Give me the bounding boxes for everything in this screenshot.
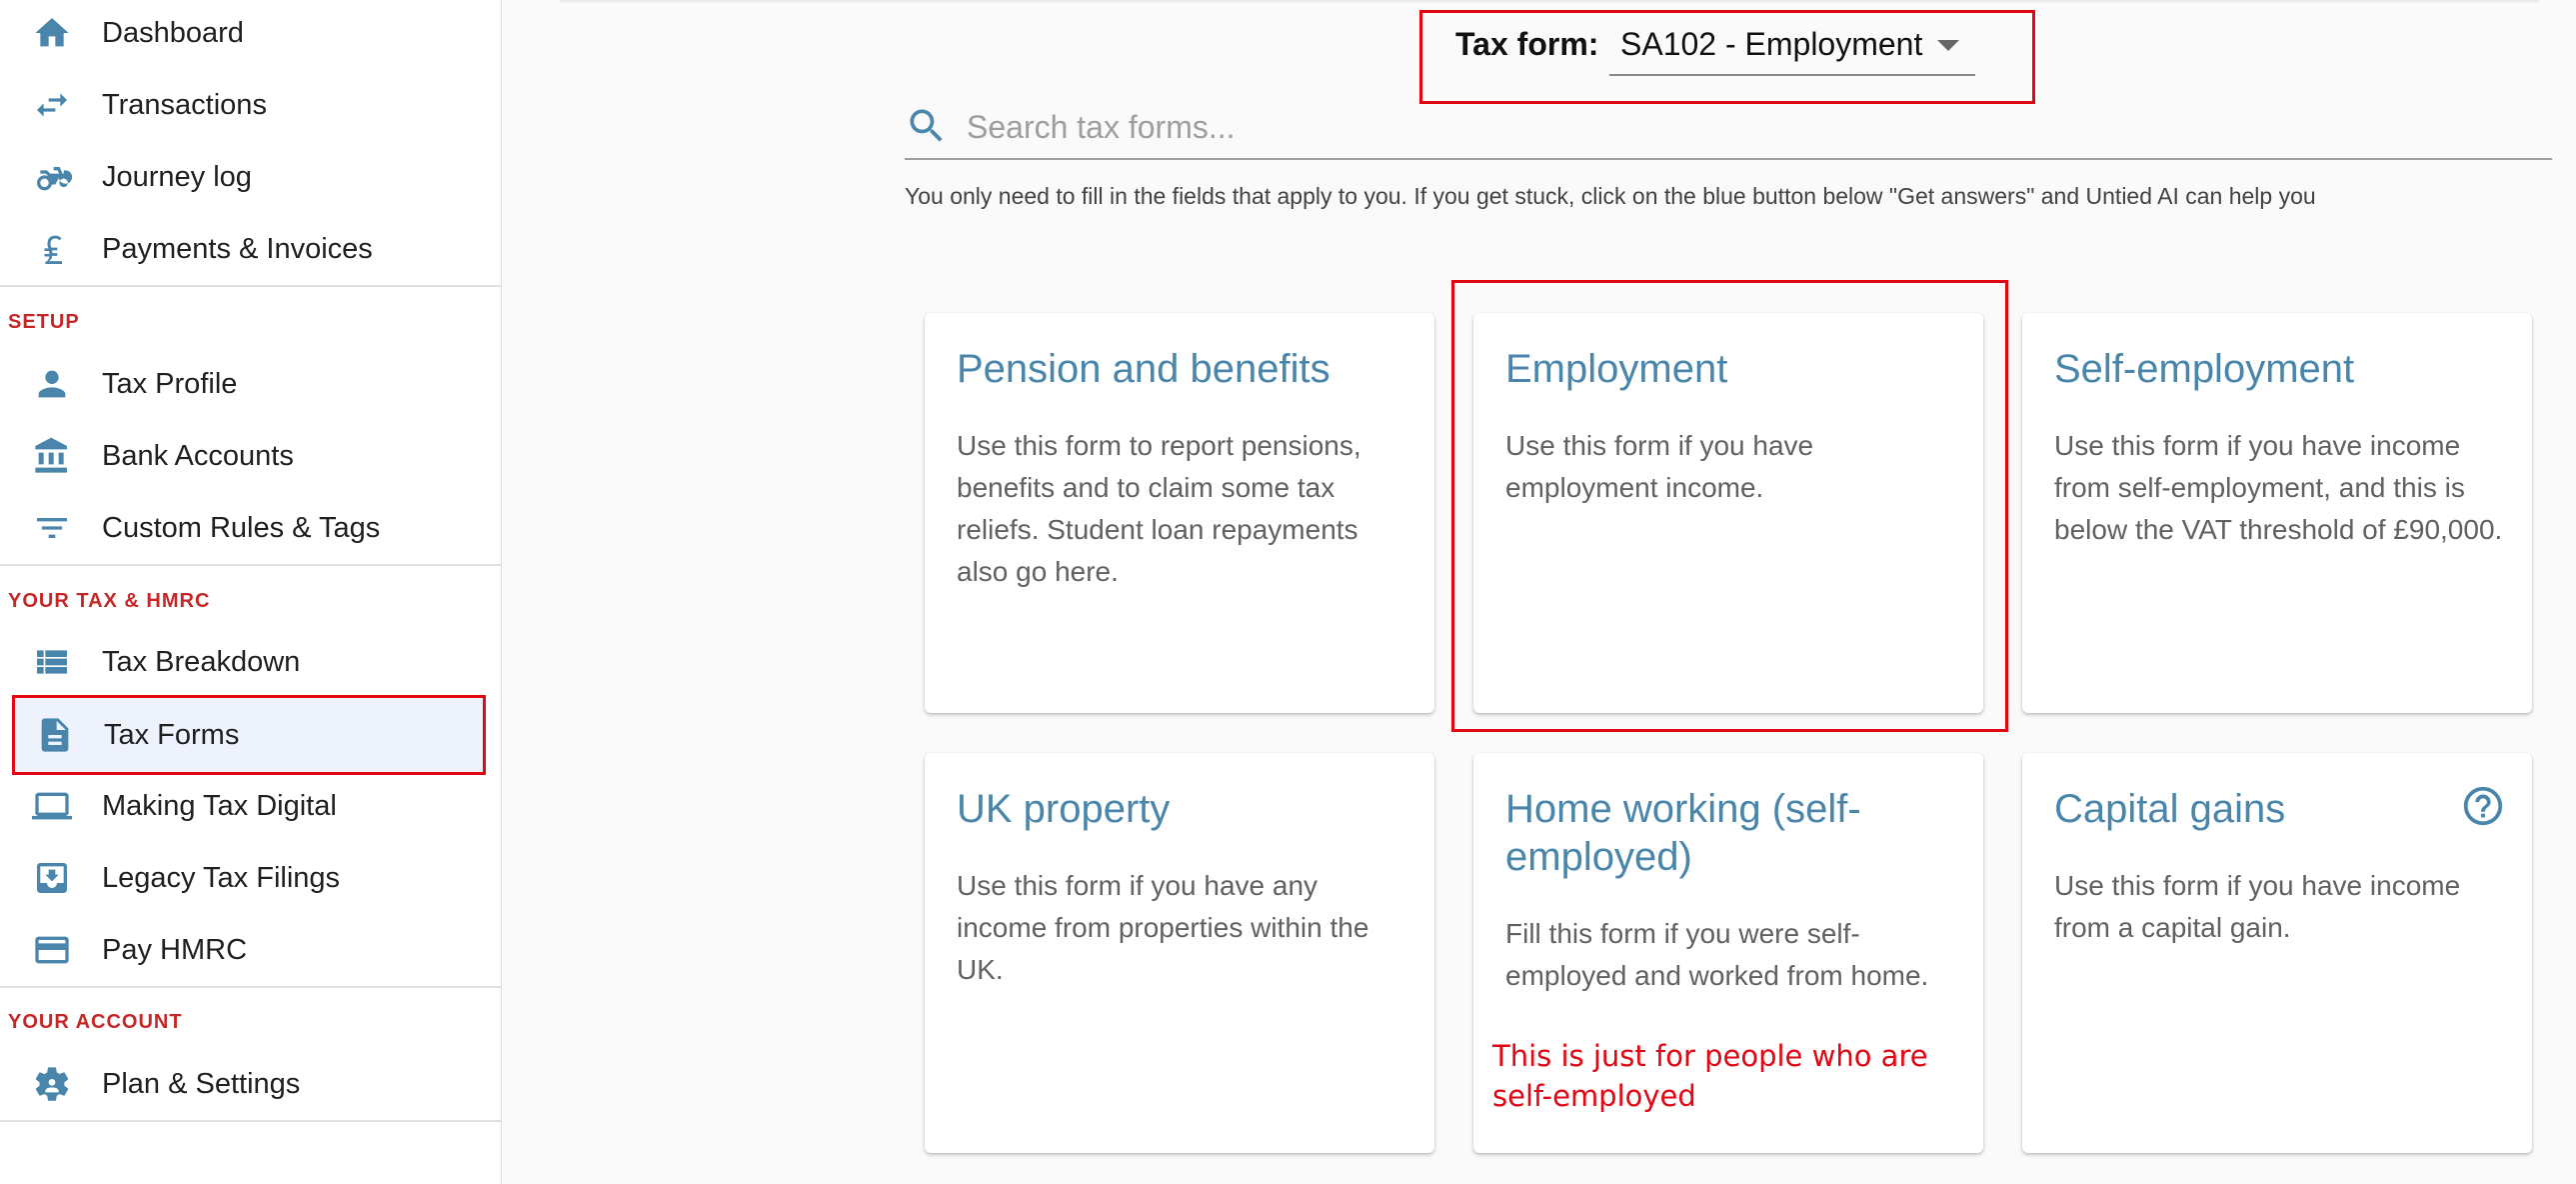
document-icon — [33, 713, 77, 757]
filter-icon — [30, 506, 74, 550]
top-bar-shadow — [560, 0, 2539, 4]
archive-icon — [30, 856, 74, 900]
card-title: Self-employment — [2054, 347, 2355, 391]
sidebar-item-tax-breakdown[interactable]: Tax Breakdown — [0, 626, 502, 698]
sidebar-item-label: Tax Forms — [104, 718, 240, 751]
sidebar-item-label: Journey log — [102, 160, 252, 193]
sidebar-item-label: Transactions — [102, 88, 267, 121]
card-uk-property[interactable]: UK property Use this form if you have an… — [925, 753, 1434, 1153]
sidebar-item-custom-rules-tags[interactable]: Custom Rules & Tags — [0, 492, 502, 564]
tax-form-label: Tax form: — [1455, 26, 1599, 62]
sidebar-item-label: Plan & Settings — [102, 1067, 301, 1100]
sidebar-item-pay-hmrc[interactable]: Pay HMRC — [0, 914, 502, 986]
tax-form-select[interactable]: SA102 - Employment — [1609, 20, 1975, 76]
swap-arrows-icon — [30, 83, 74, 127]
card-description: Use this form if you have income from se… — [2054, 430, 2503, 545]
section-title-your-tax-hmrc: YOUR TAX & HMRC — [8, 590, 211, 612]
sidebar-item-plan-settings[interactable]: Plan & Settings — [0, 1048, 502, 1120]
sidebar-divider — [0, 1120, 502, 1122]
sidebar-item-tax-forms[interactable]: Tax Forms — [12, 695, 486, 775]
card-title: Pension and benefits — [957, 347, 1330, 391]
card-description: Use this form if you have any income fro… — [957, 870, 1369, 985]
search-bar — [905, 100, 2552, 160]
tax-form-selected-value: SA102 - Employment — [1620, 26, 1923, 62]
sidebar-item-payments-invoices[interactable]: Payments & Invoices — [0, 213, 502, 285]
home-icon — [30, 11, 74, 55]
sidebar-item-making-tax-digital[interactable]: Making Tax Digital — [0, 770, 502, 842]
card-description: Use this form to report pensions, benefi… — [957, 430, 1361, 587]
card-pension-and-benefits[interactable]: Pension and benefits Use this form to re… — [925, 313, 1434, 713]
card-employment[interactable]: Employment Use this form if you have emp… — [1473, 313, 1983, 713]
list-icon — [30, 640, 74, 684]
sidebar-item-label: Dashboard — [102, 16, 244, 49]
section-title-your-account: YOUR ACCOUNT — [8, 1011, 183, 1033]
card-title: UK property — [957, 787, 1171, 831]
gear-person-icon — [30, 1062, 74, 1106]
pound-icon — [30, 227, 74, 271]
sidebar-item-label: Tax Profile — [102, 367, 238, 400]
card-capital-gains[interactable]: Capital gains Use this form if you have … — [2022, 753, 2532, 1153]
sidebar-item-label: Pay HMRC — [102, 933, 248, 966]
card-description: Fill this form if you were self-employed… — [1505, 918, 1929, 991]
sidebar-item-label: Custom Rules & Tags — [102, 511, 381, 544]
sidebar-item-label: Making Tax Digital — [102, 789, 337, 822]
annotation-note: This is just for people who are self-emp… — [1492, 1039, 1928, 1113]
card-self-employment[interactable]: Self-employment Use this form if you hav… — [2022, 313, 2532, 713]
motorbike-icon — [30, 155, 74, 199]
person-icon — [30, 362, 74, 406]
card-description: Use this form if you have income from a … — [2054, 870, 2461, 943]
card-title: Capital gains — [2054, 787, 2286, 831]
sidebar-item-label: Bank Accounts — [102, 439, 294, 472]
card-description: Use this form if you have employment inc… — [1505, 430, 1814, 503]
search-icon — [905, 104, 949, 148]
sidebar-item-label: Payments & Invoices — [102, 232, 373, 265]
credit-card-icon — [30, 928, 74, 972]
search-input[interactable] — [967, 104, 2526, 150]
section-title-setup: SETUP — [8, 311, 80, 333]
sidebar-divider — [0, 564, 502, 566]
chevron-down-icon — [1937, 40, 1959, 51]
bank-icon — [30, 434, 74, 478]
sidebar-item-legacy-tax-filings[interactable]: Legacy Tax Filings — [0, 842, 502, 914]
sidebar-divider — [0, 986, 502, 988]
sidebar-item-dashboard[interactable]: Dashboard — [0, 0, 502, 69]
help-circle-icon[interactable] — [2460, 783, 2506, 829]
card-title: Home working (self-employed) — [1505, 787, 1861, 879]
card-title: Employment — [1505, 347, 1728, 391]
sidebar-item-tax-profile[interactable]: Tax Profile — [0, 348, 502, 420]
sidebar-divider — [0, 285, 502, 287]
sidebar-item-transactions[interactable]: Transactions — [0, 69, 502, 141]
sidebar-item-bank-accounts[interactable]: Bank Accounts — [0, 420, 502, 492]
helper-text: You only need to fill in the fields that… — [905, 183, 2316, 209]
sidebar-item-label: Tax Breakdown — [102, 645, 301, 678]
sidebar: Dashboard Transactions Journey log Payme… — [0, 0, 502, 1184]
sidebar-item-label: Legacy Tax Filings — [102, 861, 341, 894]
laptop-icon — [30, 784, 74, 828]
sidebar-item-journey-log[interactable]: Journey log — [0, 141, 502, 213]
